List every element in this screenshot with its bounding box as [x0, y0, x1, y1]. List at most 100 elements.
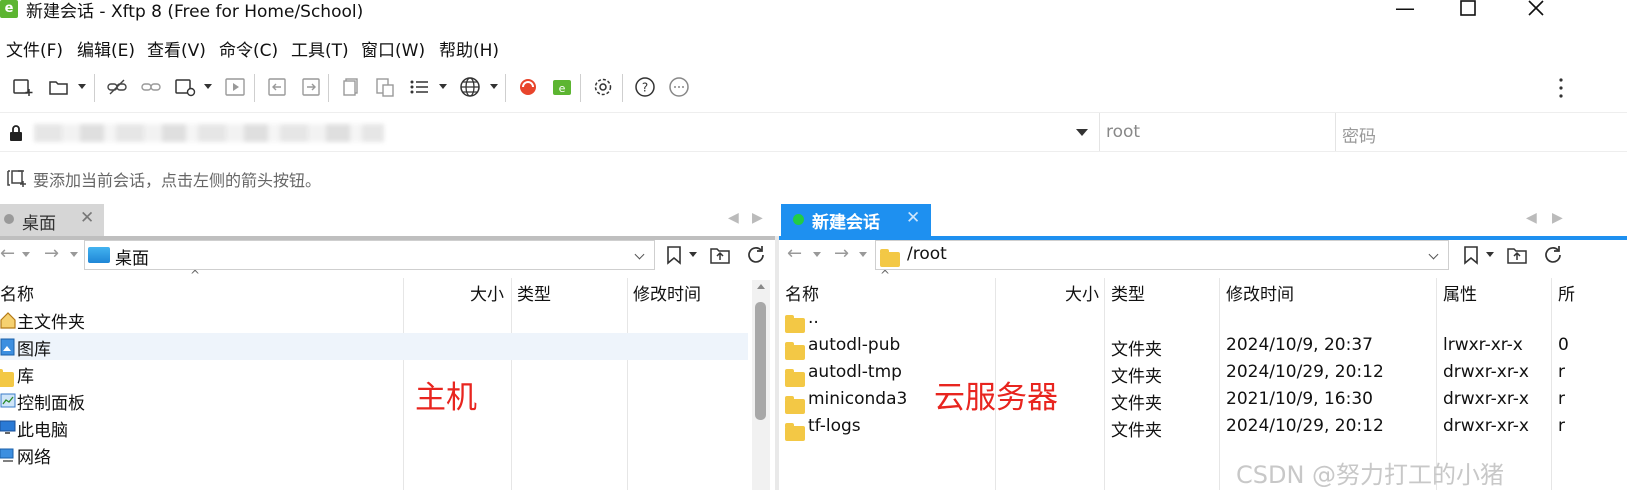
item-owner: r: [1558, 389, 1565, 409]
maximize-button[interactable]: [1448, 0, 1488, 24]
list-item[interactable]: 此电脑: [0, 415, 400, 442]
session-settings-button[interactable]: [172, 74, 198, 100]
close-tab-icon[interactable]: ✕: [906, 208, 920, 228]
right-col-size[interactable]: 大小: [1065, 280, 1099, 308]
disconnect-button[interactable]: [104, 74, 130, 100]
left-col-name[interactable]: 名称: [0, 280, 34, 308]
close-tab-icon[interactable]: ✕: [80, 208, 94, 228]
copy-button[interactable]: [338, 74, 364, 100]
options-button[interactable]: [590, 74, 616, 100]
chat-button[interactable]: [666, 74, 692, 100]
parent-folder-icon[interactable]: [1506, 245, 1528, 265]
tab-remote-session[interactable]: 新建会话 ✕: [781, 204, 931, 236]
table-row[interactable]: tf-logs 文件夹 2024/10/29, 20:12 drwxr-xr-x…: [783, 415, 1623, 442]
left-col-size[interactable]: 大小: [470, 280, 504, 308]
bookmark-dropdown-caret[interactable]: [1486, 252, 1494, 257]
right-col-owner[interactable]: 所: [1558, 280, 1575, 308]
column-divider[interactable]: [403, 278, 404, 490]
local-path-input[interactable]: 桌面: [84, 240, 655, 270]
left-col-modified[interactable]: 修改时间: [633, 280, 701, 308]
reconnect-button[interactable]: [138, 74, 164, 100]
bookmark-icon[interactable]: [1462, 245, 1480, 265]
session-dropdown-caret[interactable]: [204, 84, 212, 89]
right-col-modified[interactable]: 修改时间: [1226, 280, 1294, 308]
minimize-button[interactable]: —: [1385, 0, 1425, 24]
menu-window[interactable]: 窗口(W): [361, 36, 425, 61]
table-row[interactable]: miniconda3 文件夹 2021/10/9, 16:30 drwxr-xr…: [783, 388, 1623, 415]
password-field[interactable]: 密码: [1342, 122, 1376, 147]
more-menu-button[interactable]: [1558, 76, 1564, 100]
menu-command[interactable]: 命令(C): [219, 36, 278, 61]
tab-label: 新建会话: [812, 213, 880, 233]
menu-help[interactable]: 帮助(H): [439, 36, 499, 61]
address-dropdown-caret[interactable]: [1076, 129, 1088, 136]
close-window-button[interactable]: [1516, 0, 1556, 24]
left-tab-scroll-left-icon[interactable]: ◀: [728, 210, 739, 226]
transfer-left-button[interactable]: [264, 74, 290, 100]
forward-history-caret[interactable]: [70, 252, 78, 257]
back-arrow-icon[interactable]: ←: [0, 243, 15, 264]
item-name: tf-logs: [808, 416, 861, 436]
add-session-icon[interactable]: [6, 168, 28, 188]
paste-button[interactable]: [372, 74, 398, 100]
pane-splitter[interactable]: [775, 236, 779, 490]
list-item[interactable]: 库: [0, 361, 400, 388]
bookmark-dropdown-caret[interactable]: [689, 252, 697, 257]
scrollbar-thumb[interactable]: [755, 302, 766, 420]
table-row[interactable]: ..: [783, 307, 1623, 334]
refresh-icon[interactable]: [745, 244, 767, 266]
left-col-type[interactable]: 类型: [517, 280, 551, 308]
host-address-input[interactable]: [34, 124, 384, 142]
xftp-app-icon[interactable]: e: [0, 0, 18, 18]
refresh-icon[interactable]: [1542, 244, 1564, 266]
menu-view[interactable]: 查看(V): [147, 36, 206, 61]
scroll-up-icon[interactable]: [757, 284, 765, 289]
table-row[interactable]: autodl-tmp 文件夹 2024/10/29, 20:12 drwxr-x…: [783, 361, 1623, 388]
open-session-button[interactable]: [46, 74, 72, 100]
forward-history-caret[interactable]: [859, 252, 867, 257]
help-button[interactable]: ?: [632, 74, 658, 100]
encoding-button[interactable]: [457, 74, 483, 100]
xftp-icon: e: [553, 80, 571, 95]
back-arrow-icon[interactable]: ←: [787, 243, 802, 264]
column-divider[interactable]: [511, 278, 512, 490]
back-history-caret[interactable]: [813, 252, 821, 257]
table-row[interactable]: autodl-pub 文件夹 2024/10/9, 20:37 lrwxr-xr…: [783, 334, 1623, 361]
view-dropdown-caret[interactable]: [439, 84, 447, 89]
right-col-attributes[interactable]: 属性: [1443, 280, 1477, 308]
play-button[interactable]: [222, 74, 248, 100]
left-scrollbar[interactable]: [752, 280, 770, 490]
left-tab-scroll-right-icon[interactable]: ▶: [752, 210, 763, 226]
menu-edit[interactable]: 编辑(E): [77, 36, 135, 61]
encoding-dropdown-caret[interactable]: [490, 84, 498, 89]
transfer-right-button[interactable]: [298, 74, 324, 100]
right-tab-scroll-right-icon[interactable]: ▶: [1552, 210, 1563, 226]
open-dropdown-caret[interactable]: [78, 84, 86, 89]
path-dropdown-caret[interactable]: [1428, 249, 1439, 260]
parent-folder-icon[interactable]: [709, 245, 731, 265]
menu-file[interactable]: 文件(F): [6, 36, 63, 61]
view-list-button[interactable]: [406, 74, 432, 100]
xftp-button[interactable]: e: [549, 74, 575, 100]
column-divider[interactable]: [627, 278, 628, 490]
list-item[interactable]: 图库: [0, 334, 400, 361]
forward-arrow-icon[interactable]: →: [834, 243, 849, 264]
list-item[interactable]: 控制面板: [0, 388, 400, 415]
xshell-button[interactable]: [515, 74, 541, 100]
item-name: 控制面板: [17, 394, 85, 414]
right-col-name[interactable]: 名称: [785, 280, 819, 308]
menu-tools[interactable]: 工具(T): [291, 36, 349, 61]
bookmark-icon[interactable]: [665, 245, 683, 265]
list-item[interactable]: 主文件夹: [0, 307, 400, 334]
back-history-caret[interactable]: [22, 252, 30, 257]
tab-local-desktop[interactable]: 桌面 ✕: [0, 204, 104, 236]
remote-path-input[interactable]: /root: [875, 240, 1449, 270]
new-session-button[interactable]: [10, 74, 36, 100]
sort-ascending-icon: ^: [190, 268, 201, 282]
path-dropdown-caret[interactable]: [634, 249, 645, 260]
forward-arrow-icon[interactable]: →: [44, 243, 59, 264]
username-field[interactable]: root: [1106, 122, 1140, 142]
right-col-type[interactable]: 类型: [1111, 280, 1145, 308]
right-tab-scroll-left-icon[interactable]: ◀: [1526, 210, 1537, 226]
list-item[interactable]: 网络: [0, 442, 400, 469]
